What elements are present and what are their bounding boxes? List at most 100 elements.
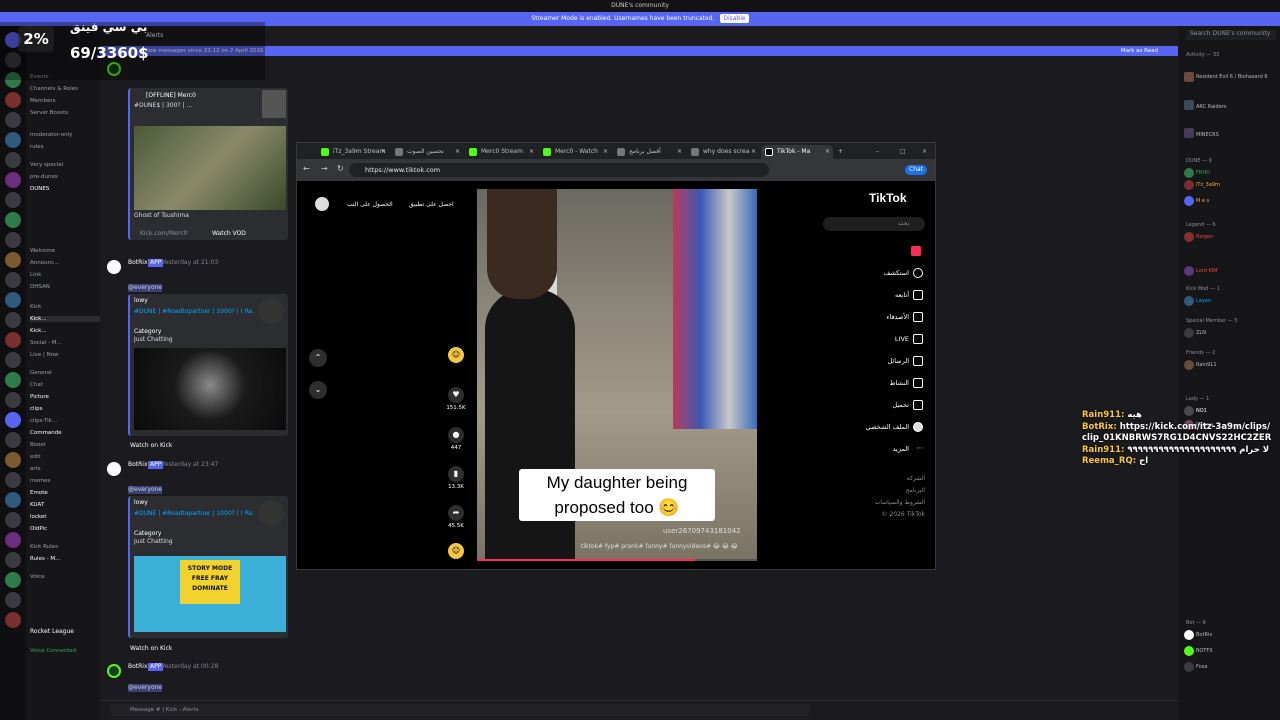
channel-item[interactable]: Live | Now: [30, 352, 100, 358]
channel-item[interactable]: pre-dunes: [30, 174, 100, 180]
share-action[interactable]: ➦ 45.5K: [445, 505, 467, 529]
nav-profile[interactable]: الملف الشخصي: [866, 422, 923, 432]
comment-action[interactable]: ● 447: [445, 427, 467, 451]
emoji-reaction[interactable]: ☺: [445, 543, 467, 559]
tiktok-logo[interactable]: TikTok: [869, 191, 907, 205]
author-name[interactable]: BotRix: [128, 663, 148, 671]
channel-item[interactable]: Channels & Roles: [30, 86, 100, 92]
channel-item[interactable]: locket: [30, 514, 100, 520]
browser-tab[interactable]: تحسين الصوت ×: [391, 145, 463, 159]
disable-button[interactable]: Disable: [720, 14, 749, 23]
server-icon[interactable]: [5, 412, 21, 428]
watch-on-kick-button[interactable]: Watch on Kick: [130, 645, 172, 653]
channel-item[interactable]: DUNES: [30, 186, 100, 192]
channel-item[interactable]: clips: [30, 406, 100, 412]
channel-item[interactable]: Very special: [30, 162, 100, 168]
member-name[interactable]: Fosa: [1196, 664, 1207, 670]
mark-as-read-button[interactable]: Mark as Read: [1121, 46, 1158, 56]
server-icon[interactable]: [5, 252, 21, 268]
member-name[interactable]: ZLN: [1196, 330, 1206, 336]
nav-activity[interactable]: النشاط: [889, 378, 923, 388]
browser-tab-active[interactable]: TikTok - Ma ×: [761, 145, 833, 159]
server-icon[interactable]: [5, 312, 21, 328]
server-icon[interactable]: [5, 212, 21, 228]
channel-item[interactable]: OldPic: [30, 526, 100, 532]
channel-item[interactable]: Chat: [30, 382, 100, 388]
share-icon[interactable]: ➦: [448, 505, 464, 521]
video-player[interactable]: My daughter being proposed too 😊 user267…: [477, 189, 757, 561]
footer-link[interactable]: البرنامج: [906, 487, 925, 495]
avatar[interactable]: [1184, 630, 1194, 640]
channel-item[interactable]: Voice: [30, 574, 100, 580]
server-icon[interactable]: [5, 452, 21, 468]
smiley-icon[interactable]: ☺: [448, 543, 464, 559]
server-icon[interactable]: [5, 152, 21, 168]
server-icon[interactable]: [5, 372, 21, 388]
server-icon[interactable]: [5, 232, 21, 248]
get-coins-button[interactable]: الحصول على التب: [347, 201, 393, 209]
minimize-icon[interactable]: –: [873, 145, 887, 159]
activity-name[interactable]: Resident Evil 6 / Biohazard 6: [1196, 74, 1268, 80]
member-name[interactable]: BOTFX: [1196, 648, 1213, 654]
member-name[interactable]: Raigon: [1196, 234, 1213, 240]
close-icon[interactable]: ×: [751, 145, 756, 159]
member-name[interactable]: Rain911: [1196, 362, 1217, 368]
footer-link[interactable]: الشروط والسياسات: [875, 499, 925, 507]
server-icon[interactable]: [5, 572, 21, 588]
embed-title[interactable]: [OFFLINE] Merc0: [146, 92, 196, 100]
avatar[interactable]: [1184, 662, 1194, 672]
member-name[interactable]: Lord KIM: [1196, 268, 1218, 274]
footer-link[interactable]: الشركة: [907, 475, 925, 483]
channel-item[interactable]: memes: [30, 478, 100, 484]
chevron-down-icon[interactable]: ⌄: [309, 381, 327, 399]
channel-item[interactable]: Picture: [30, 394, 100, 400]
nav-live[interactable]: LIVE: [895, 334, 923, 344]
nav-more[interactable]: المزيد ⋯: [893, 444, 923, 453]
maximize-icon[interactable]: □: [897, 145, 911, 159]
close-icon[interactable]: ×: [603, 145, 608, 159]
video-hashtags[interactable]: tiktok# fyp# prank# funny# funnyvideos# …: [581, 543, 738, 551]
video-progress-track[interactable]: [477, 559, 757, 561]
comment-icon[interactable]: ●: [448, 427, 464, 443]
channel-item[interactable]: Server Boosts: [30, 110, 100, 116]
server-icon[interactable]: [5, 332, 21, 348]
forward-icon[interactable]: →: [321, 165, 328, 173]
close-icon[interactable]: ×: [381, 145, 386, 159]
embed-title-link[interactable]: #DUNE | #Roadtopartner | 1000? | ( Re. ): [134, 510, 254, 518]
bot-avatar[interactable]: [107, 462, 121, 476]
channel-item[interactable]: KUAT: [30, 502, 100, 508]
server-icon[interactable]: [5, 552, 21, 568]
search-input[interactable]: بحث: [823, 217, 925, 231]
bookmark-icon[interactable]: ▮: [448, 466, 464, 482]
bot-avatar[interactable]: [107, 260, 121, 274]
activity-name[interactable]: MINECRS: [1196, 132, 1219, 138]
browser-tab[interactable]: أفضل برنامج ×: [613, 145, 685, 159]
avatar[interactable]: [1184, 328, 1194, 338]
avatar[interactable]: [107, 664, 121, 678]
browser-tab[interactable]: why does screa ×: [687, 145, 759, 159]
embed-image[interactable]: [134, 348, 286, 430]
channel-item[interactable]: Emote: [30, 490, 100, 496]
server-icon[interactable]: [5, 352, 21, 368]
channel-item[interactable]: clips-Tik...: [30, 418, 100, 424]
channel-item[interactable]: General: [30, 370, 100, 376]
embed-image[interactable]: STORY MODE FREE FRAY DOMINATE: [134, 556, 286, 632]
channel-item[interactable]: edit: [30, 454, 100, 460]
new-tab-button[interactable]: +: [835, 145, 849, 159]
close-icon[interactable]: ×: [529, 145, 534, 159]
browser-tab[interactable]: Merc0 Stream ×: [465, 145, 537, 159]
server-icon[interactable]: [5, 492, 21, 508]
server-icon[interactable]: [5, 532, 21, 548]
member-name[interactable]: Layan: [1196, 298, 1211, 304]
mention[interactable]: @everyone: [128, 284, 163, 292]
member-name[interactable]: iTz_3a9m: [1196, 182, 1220, 188]
mention[interactable]: @everyone: [128, 486, 163, 494]
channel-item[interactable]: Kick...: [30, 328, 100, 334]
member-name[interactable]: BotRix: [1196, 632, 1212, 638]
channel-item[interactable]: moderator-only: [30, 132, 100, 138]
close-icon[interactable]: ×: [825, 145, 830, 159]
server-icon[interactable]: [5, 132, 21, 148]
activity-name[interactable]: ARC Raiders: [1196, 104, 1226, 110]
close-icon[interactable]: ×: [677, 145, 682, 159]
server-icon[interactable]: [5, 612, 21, 628]
